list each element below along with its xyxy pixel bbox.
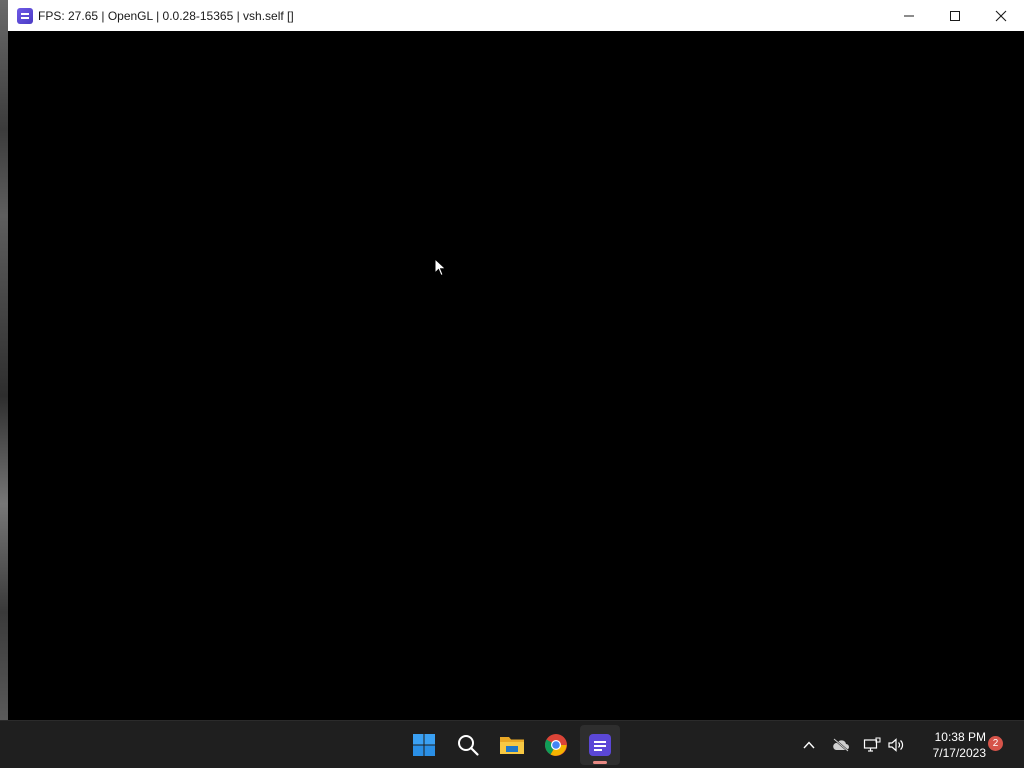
desktop-wallpaper-edge: [0, 0, 8, 720]
rpcs3-icon: [589, 734, 611, 756]
window-title: FPS: 27.65 | OpenGL | 0.0.28-15365 | vsh…: [38, 8, 294, 23]
show-hidden-icons-button[interactable]: [798, 733, 820, 757]
window-titlebar[interactable]: FPS: 27.65 | OpenGL | 0.0.28-15365 | vsh…: [8, 0, 1024, 31]
cloud-offline-icon: [833, 738, 849, 752]
close-icon: [995, 10, 1007, 21]
mouse-cursor-icon: [434, 258, 447, 277]
chrome-icon: [545, 734, 567, 756]
search-button[interactable]: [448, 725, 488, 765]
minimize-icon: [904, 15, 914, 16]
chrome-button[interactable]: [536, 725, 576, 765]
system-clock[interactable]: 10:38 PM 7/17/2023: [916, 729, 986, 761]
file-explorer-button[interactable]: [492, 725, 532, 765]
window-controls: [886, 0, 1024, 31]
active-app-indicator: [593, 761, 607, 764]
search-icon: [458, 735, 479, 756]
volume-icon: [888, 738, 904, 752]
maximize-icon: [950, 10, 960, 21]
clock-date: 7/17/2023: [932, 746, 986, 760]
close-button[interactable]: [978, 0, 1024, 31]
clock-time: 10:38 PM: [934, 730, 986, 744]
emulator-window[interactable]: FPS: 27.65 | OpenGL | 0.0.28-15365 | vsh…: [8, 0, 1024, 720]
minimize-button[interactable]: [886, 0, 932, 31]
network-icon: [863, 737, 881, 752]
windows-start-icon: [413, 734, 435, 756]
chevron-up-icon: [803, 741, 815, 749]
maximize-button[interactable]: [932, 0, 978, 31]
rpcs3-icon: [17, 7, 33, 24]
network-tray-button[interactable]: [861, 733, 883, 757]
game-viewport[interactable]: [8, 31, 1024, 720]
taskbar: 10:38 PM 7/17/2023: [0, 720, 1024, 768]
volume-tray-button[interactable]: [885, 733, 907, 757]
rpcs3-taskbar-button[interactable]: [580, 725, 620, 765]
start-button[interactable]: [404, 725, 444, 765]
onedrive-tray-button[interactable]: [830, 733, 852, 757]
notification-badge[interactable]: 2: [988, 736, 1003, 751]
folder-icon: [500, 737, 524, 754]
